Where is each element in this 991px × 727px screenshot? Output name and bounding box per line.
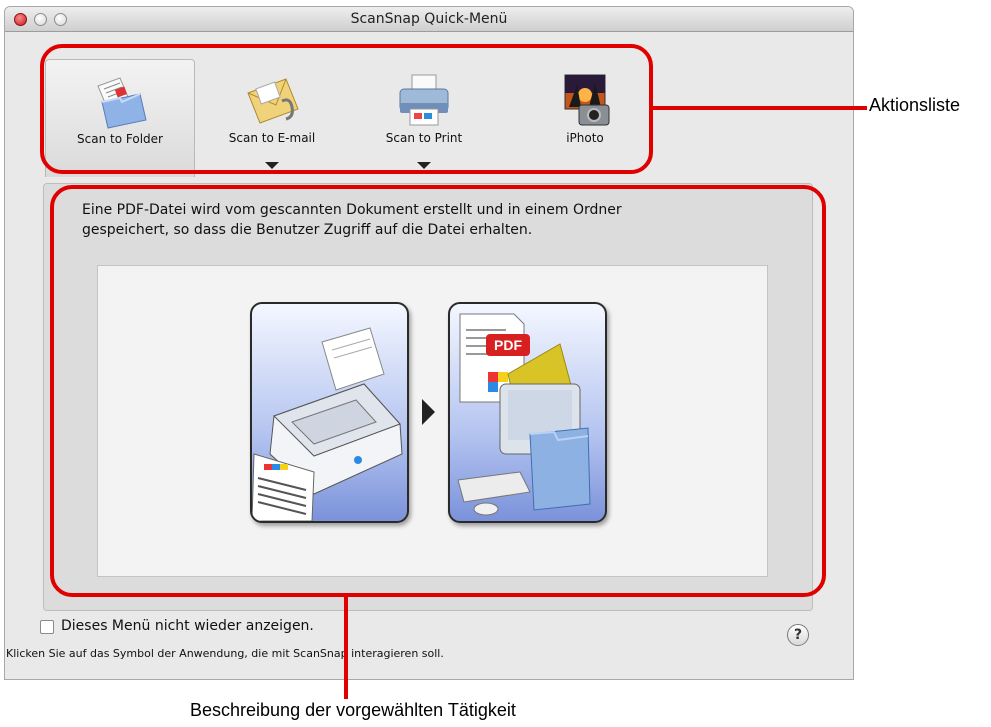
description-leader-line [344,597,348,699]
checkbox-label[interactable]: Dieses Menü nicht wieder anzeigen. [61,618,314,634]
action-list-highlight [40,44,653,174]
title-bar: ScanSnap Quick-Menü [5,7,853,32]
window-title: ScanSnap Quick-Menü [350,11,508,27]
action-list-annotation: Aktionsliste [869,95,961,115]
dont-show-again-checkbox[interactable] [40,620,54,634]
hint-text: Klicken Sie auf das Symbol der Anwendung… [6,647,444,660]
action-list-leader-line [652,106,867,110]
help-button[interactable]: ? [787,624,809,646]
description-annotation: Beschreibung der vorgewählten Tätigkeit [190,700,516,720]
description-highlight [50,185,826,597]
